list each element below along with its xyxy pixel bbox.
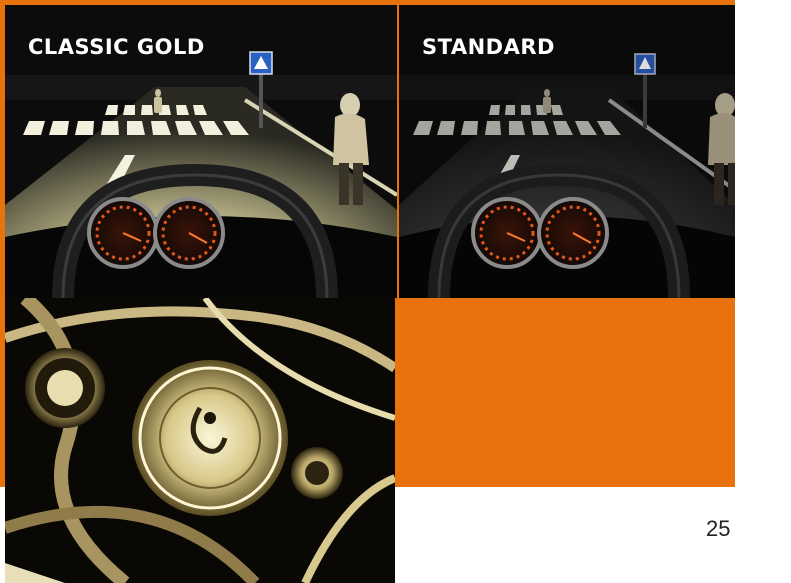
- speedometer-gauge: [87, 197, 159, 269]
- headlamp-side-lens: [25, 348, 105, 428]
- orange-block: [399, 300, 735, 487]
- headlamp-illustration: [5, 298, 395, 583]
- headlamp-closeup-photo: [5, 298, 395, 583]
- speedometer-gauge: [471, 197, 543, 269]
- classic-gold-label: CLASSIC GOLD: [28, 35, 205, 59]
- tachometer-gauge: [153, 197, 225, 269]
- headlamp-main-lens: [132, 360, 288, 516]
- distant-pedestrian: [543, 89, 551, 113]
- page-number: 25: [706, 516, 731, 541]
- headlamp-small-reflector: [291, 447, 343, 499]
- standard-night-scene: STANDARD: [399, 5, 735, 298]
- distant-pedestrian: [154, 89, 162, 113]
- tachometer-gauge: [537, 197, 609, 269]
- classic-gold-night-scene: CLASSIC GOLD: [5, 5, 397, 298]
- standard-label: STANDARD: [422, 35, 555, 59]
